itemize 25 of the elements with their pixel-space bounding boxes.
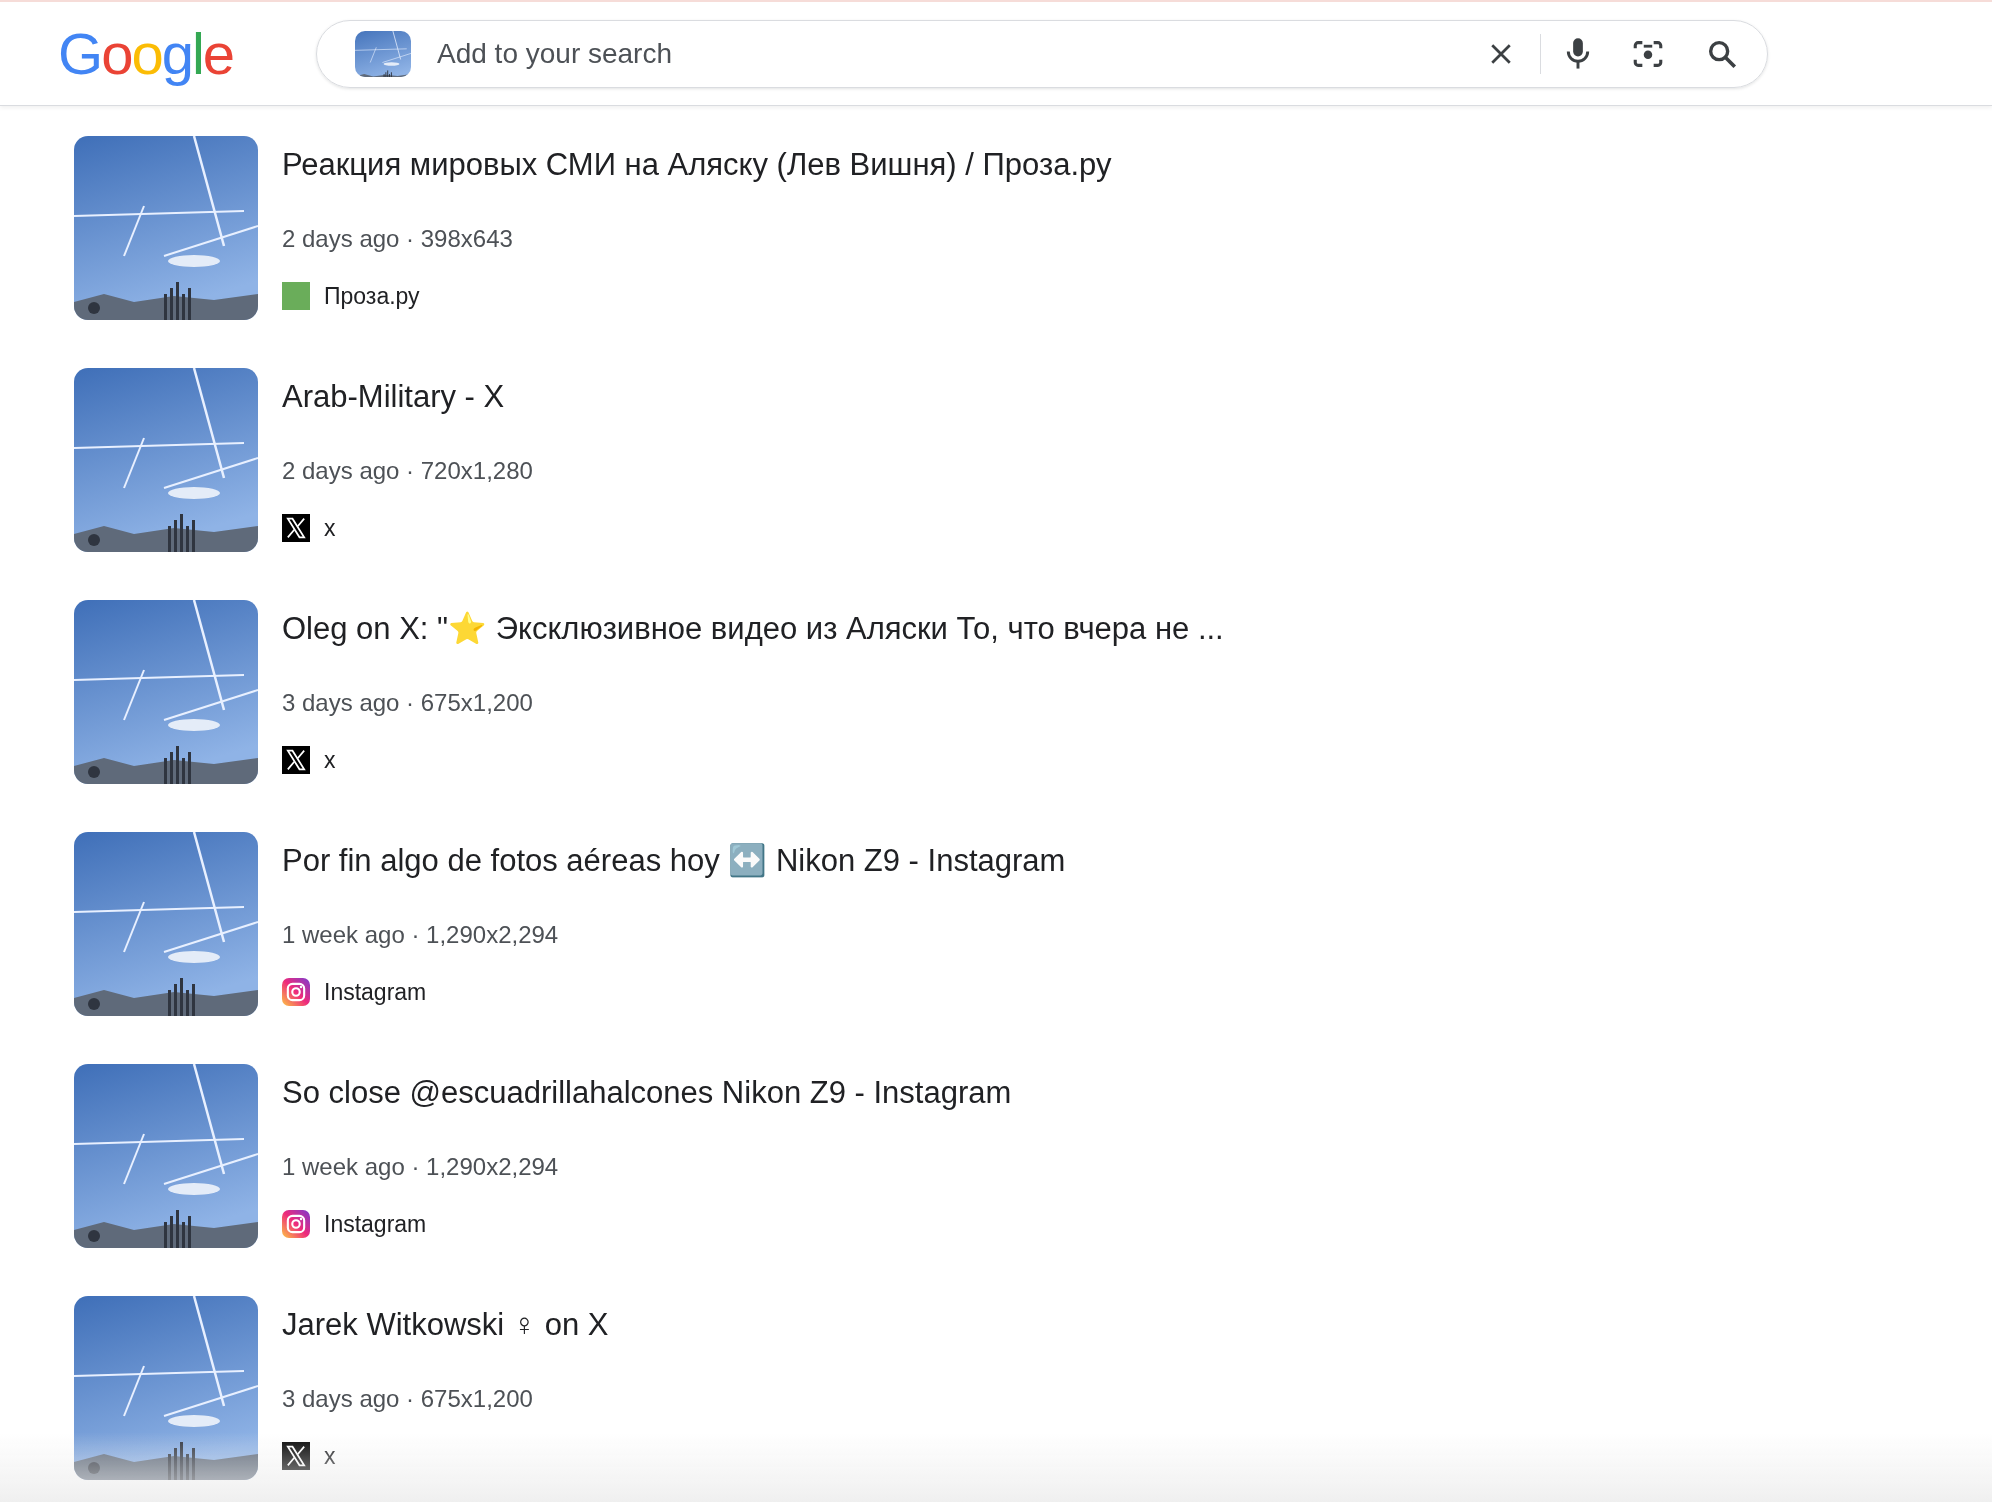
result-meta: 3 days ago · 675x1,200 [282, 688, 534, 719]
instagram-icon [282, 1210, 310, 1239]
x-logo-icon [282, 514, 310, 543]
source-name: Проза.ру [324, 282, 420, 312]
result-title[interactable]: Por fin algo de fotos aéreas hoy ↔ Nikon Z9 - Instagram [282, 842, 1066, 880]
source-name: x [324, 1442, 336, 1472]
source-name: x [324, 514, 336, 544]
instagram-icon [282, 978, 310, 1007]
search-input[interactable]: Add to your search [435, 31, 1462, 76]
result-meta: 2 days ago · 398x643 [282, 224, 514, 255]
x-logo-icon [282, 746, 310, 775]
source-name: Instagram [324, 1210, 427, 1240]
source-name: x [324, 746, 336, 776]
result-meta: 1 week ago · 1,290x2,294 [282, 1152, 560, 1183]
result-title[interactable]: Jarek Witkowski ♀ on X [282, 1306, 609, 1344]
result-meta: 1 week ago · 1,290x2,294 [282, 920, 560, 951]
result-meta: 2 days ago · 720x1,280 [282, 456, 533, 487]
microphone-icon[interactable] [1565, 36, 1591, 71]
result-title[interactable]: Oleg on X: "⭐ Эксклюзивное видео из Аляски То, что вчера не ... [282, 610, 1224, 648]
result-title[interactable]: So close @escuadrillahalcones Nikon Z9 - Instagram [282, 1074, 1012, 1112]
result-meta: 3 days ago · 675x1,200 [282, 1384, 534, 1415]
source-name: Instagram [324, 978, 427, 1008]
result-title[interactable]: Реакция мировых СМИ на Аляску (Лев Вишня) / Проза.ру [282, 146, 1112, 184]
x-logo-icon [282, 1442, 310, 1471]
result-title[interactable]: Arab-Military - X [282, 378, 533, 416]
